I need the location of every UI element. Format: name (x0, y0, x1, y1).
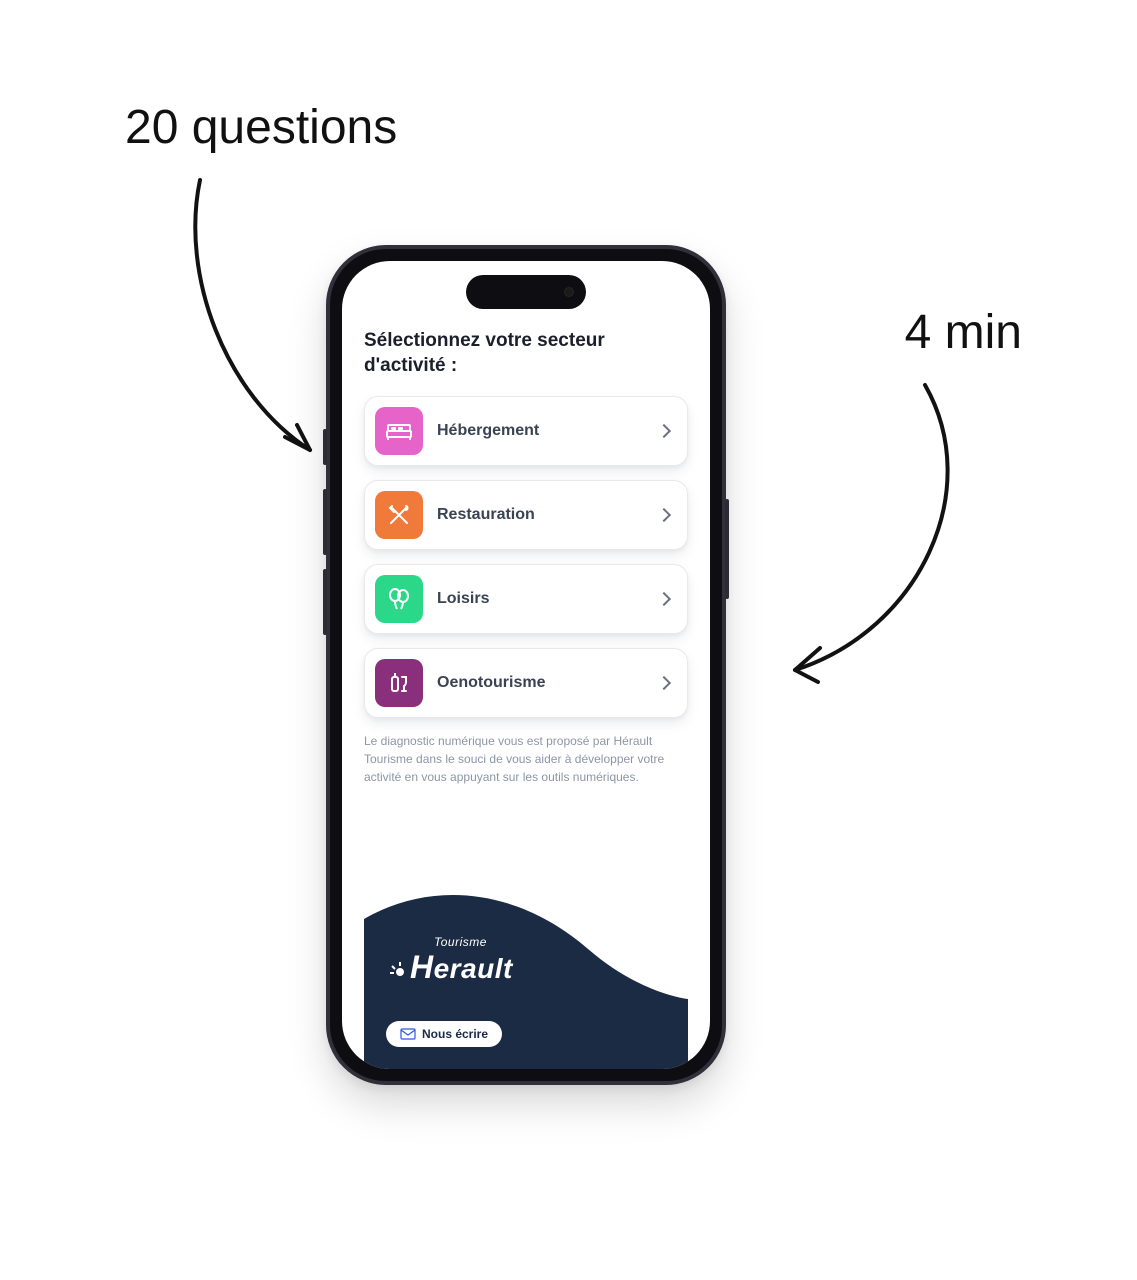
contact-label: Nous écrire (422, 1027, 488, 1041)
page-title: Sélectionnez votre secteur d'activité : (364, 329, 688, 378)
app-description: Le diagnostic numérique vous est proposé… (364, 732, 688, 786)
utensils-icon (375, 491, 423, 539)
sector-item-restauration[interactable]: Restauration (364, 480, 688, 550)
callout-duration: 4 min (905, 305, 1022, 360)
mail-icon (400, 1028, 416, 1040)
chevron-right-icon (657, 676, 671, 690)
arrow-right-icon (760, 380, 990, 700)
phone-frame: Sélectionnez votre secteur d'activité : (326, 245, 726, 1085)
sector-label: Restauration (437, 506, 645, 524)
balloons-icon (375, 575, 423, 623)
app-content: Sélectionnez votre secteur d'activité : (342, 261, 710, 1069)
phone-volume-down (323, 569, 327, 635)
herault-logo: Tourisme Herault (388, 935, 513, 986)
chevron-right-icon (657, 592, 671, 606)
logo-subtitle: Tourisme (434, 935, 513, 949)
sector-label: Oenotourisme (437, 674, 645, 692)
sun-icon (388, 955, 408, 975)
phone-power-button (725, 499, 729, 599)
sector-item-loisirs[interactable]: Loisirs (364, 564, 688, 634)
footer: Tourisme Herault (364, 879, 688, 1069)
logo-main-text: erault (434, 953, 513, 985)
phone-mute-switch (323, 429, 327, 465)
callout-questions: 20 questions (125, 100, 397, 155)
dynamic-island (466, 275, 586, 309)
sector-item-oenotourisme[interactable]: Oenotourisme (364, 648, 688, 718)
logo-letter-h: H (410, 949, 434, 986)
sector-label: Hébergement (437, 422, 645, 440)
chevron-right-icon (657, 508, 671, 522)
phone-screen: Sélectionnez votre secteur d'activité : (342, 261, 710, 1069)
sector-item-hebergement[interactable]: Hébergement (364, 396, 688, 466)
sector-list: Hébergement Restauration (364, 396, 688, 718)
phone-volume-up (323, 489, 327, 555)
bed-icon (375, 407, 423, 455)
sector-label: Loisirs (437, 590, 645, 608)
contact-button[interactable]: Nous écrire (386, 1021, 502, 1047)
chevron-right-icon (657, 424, 671, 438)
wine-icon (375, 659, 423, 707)
arrow-left-icon (135, 175, 335, 495)
